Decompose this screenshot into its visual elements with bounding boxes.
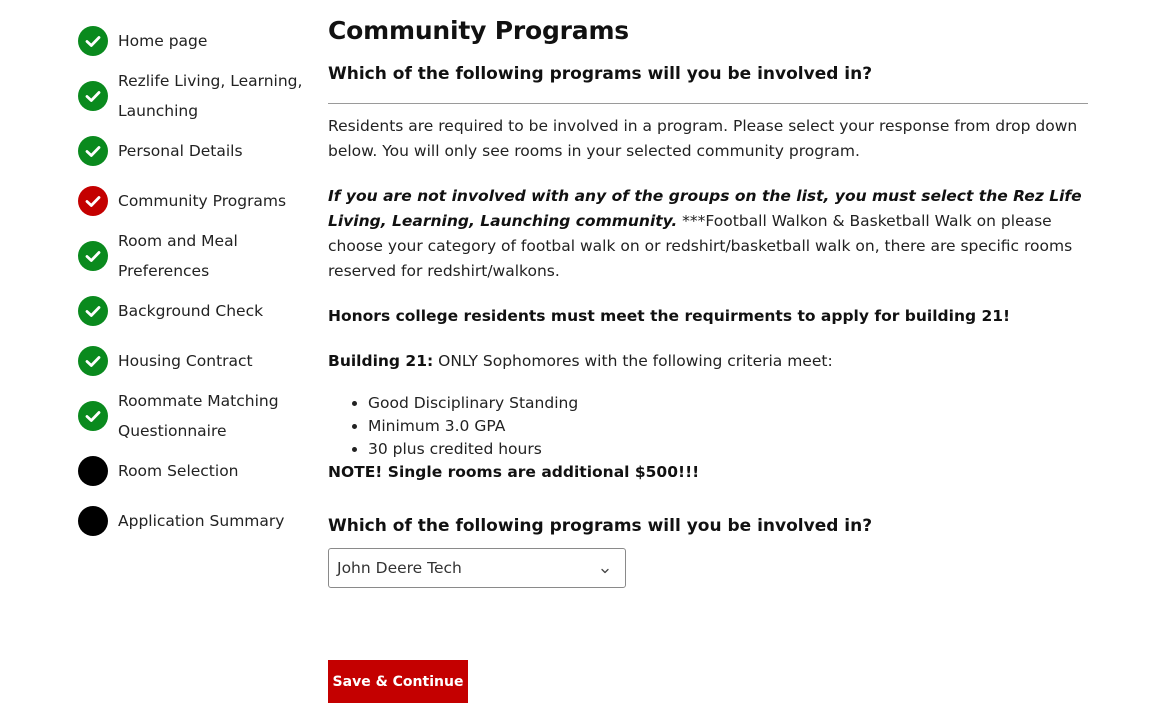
step-label: Housing Contract (118, 352, 253, 370)
building-label: Building 21: (328, 352, 434, 370)
check-circle-icon (78, 241, 108, 271)
building-description: ONLY Sophomores with the following crite… (433, 352, 833, 370)
list-item: Minimum 3.0 GPA (368, 415, 578, 438)
step-application-summary[interactable]: Application Summary (78, 506, 313, 536)
list-item: Good Disciplinary Standing (368, 392, 578, 415)
step-roommate-matching-questionnaire[interactable]: Roommate Matching Questionnaire (78, 386, 313, 446)
chevron-down-icon (599, 562, 611, 574)
step-label: Home page (118, 32, 208, 50)
single-room-note: NOTE! Single rooms are additional $500!!… (328, 463, 700, 481)
step-label: Community Programs (118, 192, 287, 210)
building-text: Building 21: ONLY Sophomores with the fo… (328, 349, 1090, 374)
step-home-page[interactable]: Home page (78, 26, 313, 56)
circle-icon (78, 506, 108, 536)
step-housing-contract[interactable]: Housing Contract (78, 346, 313, 376)
check-circle-icon (78, 401, 108, 431)
step-label: Rezlife Living, Learning, Launching (118, 72, 303, 120)
intro-text: Residents are required to be involved in… (328, 117, 1078, 160)
step-background-check[interactable]: Background Check (78, 296, 313, 326)
check-circle-icon (78, 296, 108, 326)
honors-text: Honors college residents must meet the r… (328, 307, 1011, 325)
step-room-and-meal-preferences[interactable]: Room and Meal Preferences (78, 226, 313, 286)
divider (328, 103, 1088, 104)
step-label: Roommate Matching Questionnaire (118, 392, 279, 440)
step-label: Personal Details (118, 142, 243, 160)
check-circle-icon (78, 136, 108, 166)
step-room-selection[interactable]: Room Selection (78, 456, 313, 486)
criteria-list: Good Disciplinary Standing Minimum 3.0 G… (328, 392, 578, 461)
program-select[interactable]: John Deere Tech (328, 548, 626, 588)
save-continue-button[interactable]: Save & Continue (328, 660, 468, 703)
list-item: 30 plus credited hours (368, 438, 578, 461)
step-label: Room and Meal Preferences (118, 232, 238, 280)
step-label: Room Selection (118, 462, 239, 480)
check-circle-icon (78, 26, 108, 56)
check-circle-icon (78, 346, 108, 376)
circle-icon (78, 456, 108, 486)
step-personal-details[interactable]: Personal Details (78, 136, 313, 166)
question-heading: Which of the following programs will you… (328, 64, 873, 84)
step-rezlife-living-learning-launching[interactable]: Rezlife Living, Learning, Launching (78, 66, 313, 126)
page-title: Community Programs (328, 16, 629, 45)
check-circle-icon (78, 81, 108, 111)
step-label: Application Summary (118, 512, 285, 530)
program-select-value: John Deere Tech (337, 559, 462, 577)
step-community-programs[interactable]: Community Programs (78, 186, 313, 216)
step-label: Background Check (118, 302, 264, 320)
select-heading: Which of the following programs will you… (328, 516, 873, 536)
notice-text: If you are not involved with any of the … (328, 184, 1090, 284)
check-circle-icon (78, 186, 108, 216)
